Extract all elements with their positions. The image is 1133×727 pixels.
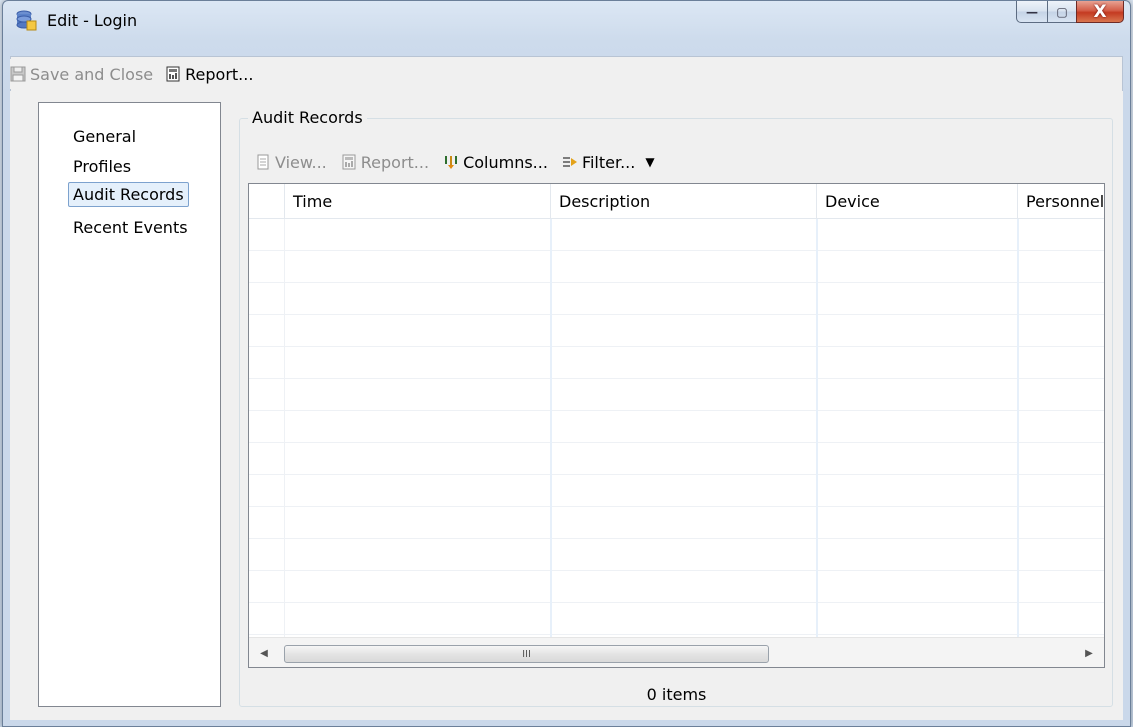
columns-button[interactable]: Columns... xyxy=(443,153,548,172)
columns-label: Columns... xyxy=(463,152,548,172)
scrollbar-thumb[interactable]: III xyxy=(284,645,769,663)
filter-button[interactable]: Filter... xyxy=(562,153,635,172)
main-toolbar: Save and Close Report... xyxy=(10,59,266,89)
report-icon xyxy=(166,66,180,82)
empty-row xyxy=(249,539,1104,571)
horizontal-scrollbar[interactable]: ◀ III ▶ xyxy=(249,637,1104,667)
nav-item-general[interactable]: General xyxy=(69,125,140,148)
nav-item-label: Recent Events xyxy=(73,218,188,237)
audit-records-table[interactable]: Time Description Device Personnel ◀ III … xyxy=(248,183,1105,668)
maximize-icon: ▢ xyxy=(1056,4,1068,19)
report-button[interactable]: Report... xyxy=(165,65,253,84)
item-count-status: 0 items xyxy=(646,685,707,704)
nav-item-audit-records[interactable]: Audit Records xyxy=(68,182,189,207)
window-controls: — ▢ X xyxy=(1016,1,1124,23)
close-button[interactable]: X xyxy=(1076,1,1124,23)
nav-item-label: Audit Records xyxy=(73,185,184,204)
editor-content: General Profiles Audit Records Recent Ev… xyxy=(10,91,1123,720)
column-header-personnel[interactable]: Personnel xyxy=(1018,184,1104,219)
close-icon: X xyxy=(1093,1,1107,22)
minimize-icon: — xyxy=(1026,4,1038,19)
scroll-right-icon[interactable]: ▶ xyxy=(1074,638,1104,667)
save-and-close-label: Save and Close xyxy=(30,64,154,84)
window-title: Edit - Login xyxy=(47,11,138,30)
empty-row xyxy=(249,219,1104,251)
filter-icon xyxy=(562,157,577,167)
section-navigation: General Profiles Audit Records Recent Ev… xyxy=(38,102,221,707)
audit-toolbar: View... Report... Columns... Filter... ▼ xyxy=(255,149,655,175)
view-button[interactable]: View... xyxy=(255,153,327,172)
nav-item-label: General xyxy=(73,127,137,146)
edit-window: Edit - Login — ▢ X Save and Close Report… xyxy=(2,0,1131,727)
floppy-disk-icon xyxy=(10,66,26,82)
columns-icon xyxy=(445,156,458,169)
view-icon xyxy=(257,154,269,170)
empty-row xyxy=(249,411,1104,443)
column-divider xyxy=(816,219,818,637)
minimize-button[interactable]: — xyxy=(1016,1,1047,23)
column-header-time[interactable]: Time xyxy=(285,184,551,219)
audit-report-button[interactable]: Report... xyxy=(341,153,429,172)
empty-row xyxy=(249,347,1104,379)
empty-row xyxy=(249,443,1104,475)
filter-dropdown-icon[interactable]: ▼ xyxy=(645,155,654,169)
database-icon xyxy=(16,10,37,31)
scroll-grip-icon: III xyxy=(522,648,531,660)
column-header-device[interactable]: Device xyxy=(817,184,1018,219)
empty-row xyxy=(249,603,1104,635)
column-divider xyxy=(284,219,285,637)
empty-row xyxy=(249,475,1104,507)
empty-row xyxy=(249,283,1104,315)
audit-records-title: Audit Records xyxy=(248,108,367,127)
view-label: View... xyxy=(275,152,327,172)
filter-label: Filter... xyxy=(581,152,636,172)
row-header-column xyxy=(249,184,285,219)
column-divider xyxy=(1017,219,1019,637)
nav-item-profiles[interactable]: Profiles xyxy=(69,155,135,178)
maximize-button[interactable]: ▢ xyxy=(1047,1,1076,23)
report-icon xyxy=(342,154,356,170)
empty-row xyxy=(249,315,1104,347)
report-label: Report... xyxy=(185,64,254,84)
title-bar[interactable]: Edit - Login — ▢ X xyxy=(3,1,1130,39)
column-header-description[interactable]: Description xyxy=(551,184,817,219)
column-divider xyxy=(550,219,552,637)
empty-row xyxy=(249,571,1104,603)
nav-item-label: Profiles xyxy=(73,157,132,176)
table-header: Time Description Device Personnel xyxy=(249,184,1104,219)
save-and-close-button[interactable]: Save and Close xyxy=(10,65,153,84)
empty-row xyxy=(249,251,1104,283)
audit-report-label: Report... xyxy=(360,152,430,172)
empty-row xyxy=(249,507,1104,539)
nav-item-recent-events[interactable]: Recent Events xyxy=(69,216,192,239)
empty-row xyxy=(249,379,1104,411)
scroll-left-icon[interactable]: ◀ xyxy=(249,638,279,667)
